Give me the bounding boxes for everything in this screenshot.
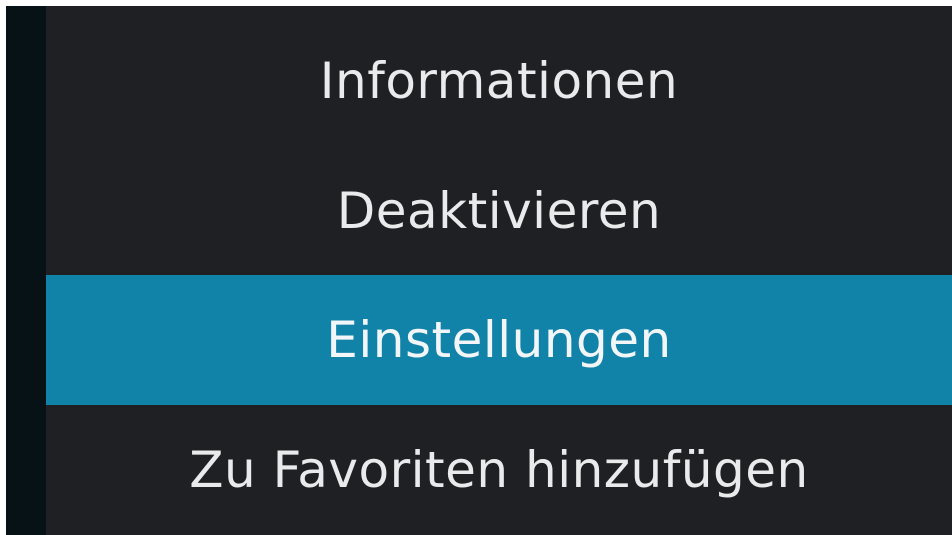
menu-item-informationen[interactable]: Informationen [46,16,952,146]
menu-item-label: Informationen [319,52,679,110]
menu-item-zu-favoriten-hinzufuegen[interactable]: Zu Favoriten hinzufügen [46,405,952,535]
menu-item-einstellungen[interactable]: Einstellungen [46,275,952,405]
menu-item-deaktivieren[interactable]: Deaktivieren [46,146,952,275]
background-side-panel [6,6,46,535]
menu-item-label: Deaktivieren [336,181,662,240]
context-menu: Informationen Deaktivieren Einstellungen… [46,6,952,535]
kodi-screen: Informationen Deaktivieren Einstellungen… [6,6,952,535]
menu-item-label: Zu Favoriten hinzufügen [189,441,809,499]
menu-item-label: Einstellungen [326,311,672,369]
